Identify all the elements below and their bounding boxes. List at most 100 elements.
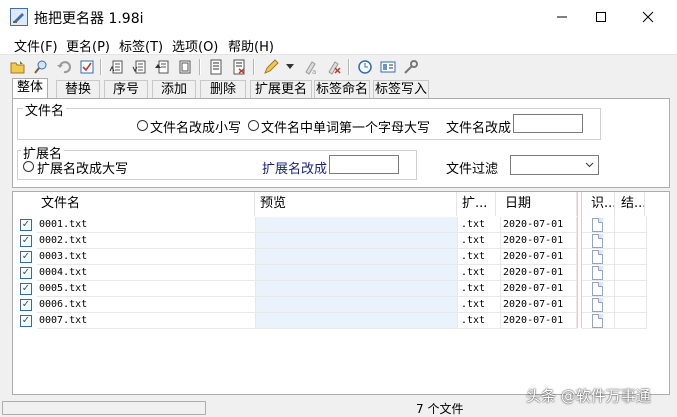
tab-ext-rename[interactable]: 扩展更名 xyxy=(250,80,312,98)
col-header-filename[interactable]: 文件名 xyxy=(37,192,255,216)
app-icon xyxy=(10,8,28,26)
tab-add[interactable]: 添加 xyxy=(152,80,196,98)
wrench-icon[interactable] xyxy=(402,58,420,76)
cell-result xyxy=(615,297,647,313)
move-up-icon[interactable] xyxy=(153,58,171,76)
cell-ext: .txt xyxy=(458,297,501,313)
tag-icon[interactable] xyxy=(379,58,397,76)
tab-delete[interactable]: 删除 xyxy=(200,80,246,98)
cell-date: 2020-07-01 xyxy=(501,313,577,329)
document-icon xyxy=(592,218,603,232)
tab-tag-naming[interactable]: 标签命名 xyxy=(314,80,370,98)
col-header-id[interactable]: 识... xyxy=(587,192,615,216)
table-row[interactable]: ✓ 0006.txt .txt 2020-07-01 xyxy=(13,297,647,313)
tab-tag-write[interactable]: 标签写入 xyxy=(373,80,429,98)
cell-date: 2020-07-01 xyxy=(501,265,577,281)
cell-ext: .txt xyxy=(458,265,501,281)
tab-sequence[interactable]: 序号 xyxy=(104,80,148,98)
document-icon xyxy=(592,298,603,312)
sort-asc-icon[interactable] xyxy=(107,58,125,76)
row-checkbox[interactable]: ✓ xyxy=(20,251,32,263)
undo-icon[interactable] xyxy=(55,58,73,76)
minimize-icon xyxy=(557,16,567,18)
row-checkbox[interactable]: ✓ xyxy=(20,315,32,327)
menu-tag[interactable]: 标签(T) xyxy=(119,36,163,55)
menu-options[interactable]: 选项(O) xyxy=(172,36,218,55)
close-button[interactable] xyxy=(625,0,671,34)
cell-result xyxy=(615,265,647,281)
dropdown-arrow-icon[interactable] xyxy=(284,58,296,76)
sort-desc-icon[interactable] xyxy=(130,58,148,76)
col-header-ext[interactable]: 扩... xyxy=(458,192,496,216)
col-header-date[interactable]: 日期 xyxy=(501,192,577,216)
col-header-preview[interactable]: 预览 xyxy=(256,192,457,216)
maximize-button[interactable] xyxy=(578,0,624,34)
cell-preview xyxy=(256,217,458,233)
cell-preview xyxy=(256,233,458,249)
cell-date: 2020-07-01 xyxy=(501,249,577,265)
table-row[interactable]: ✓ 0005.txt .txt 2020-07-01 xyxy=(13,281,647,297)
row-checkbox[interactable]: ✓ xyxy=(20,299,32,311)
col-header-result[interactable]: 结... xyxy=(617,192,645,216)
cell-filename: 0004.txt xyxy=(37,265,256,281)
ext-rename-input[interactable] xyxy=(329,155,399,174)
cell-id xyxy=(582,217,615,233)
cell-preview xyxy=(256,313,458,329)
cell-filename: 0005.txt xyxy=(37,281,256,297)
cell-id xyxy=(582,265,615,281)
cell-result xyxy=(615,233,647,249)
cell-ext: .txt xyxy=(458,217,501,233)
cell-preview xyxy=(256,297,458,313)
file-filter-select[interactable] xyxy=(510,155,599,175)
row-checkbox[interactable]: ✓ xyxy=(20,283,32,295)
table-row[interactable]: ✓ 0003.txt .txt 2020-07-01 xyxy=(13,249,647,265)
document-icon xyxy=(592,250,603,264)
radio-capitalize[interactable] xyxy=(248,120,259,131)
menu-rename[interactable]: 更名(P) xyxy=(66,36,110,55)
open-folder-icon[interactable] xyxy=(9,58,27,76)
delete-icon[interactable] xyxy=(325,58,343,76)
table-row[interactable]: ✓ 0002.txt .txt 2020-07-01 xyxy=(13,233,647,249)
tab-replace[interactable]: 替换 xyxy=(56,80,100,98)
toolbar-separator xyxy=(100,59,102,75)
menu-file[interactable]: 文件(F) xyxy=(14,36,58,55)
cell-id xyxy=(582,281,615,297)
cell-ext: .txt xyxy=(458,281,501,297)
cell-preview xyxy=(256,249,458,265)
cell-filename: 0002.txt xyxy=(37,233,256,249)
cell-preview xyxy=(256,281,458,297)
cell-filename: 0006.txt xyxy=(37,297,256,313)
row-checkbox[interactable]: ✓ xyxy=(20,235,32,247)
menu-help[interactable]: 帮助(H) xyxy=(228,36,274,55)
cell-result xyxy=(615,281,647,297)
table-row[interactable]: ✓ 0001.txt .txt 2020-07-01 xyxy=(13,217,647,233)
toolbar: a xyxy=(0,55,677,79)
table-row[interactable]: ✓ 0004.txt .txt 2020-07-01 xyxy=(13,265,647,281)
radio-ext-upper-label: 扩展名改成大写 xyxy=(37,162,129,177)
radio-ext-upper[interactable] xyxy=(23,161,34,172)
clock-icon[interactable] xyxy=(356,58,374,76)
cell-id xyxy=(582,233,615,249)
tab-overall[interactable]: 整体 xyxy=(12,78,48,99)
radio-capitalize-label: 文件名中单词第一个字母大写 xyxy=(261,121,431,136)
close-icon xyxy=(642,11,654,23)
radio-lowercase[interactable] xyxy=(137,120,148,131)
cell-date: 2020-07-01 xyxy=(501,233,577,249)
edit-icon[interactable] xyxy=(262,58,280,76)
search-icon[interactable] xyxy=(32,58,50,76)
watermark: 头条 @软件万事通 xyxy=(526,387,651,405)
tab-panel: 文件名 文件名改成小写 文件名中单词第一个字母大写 文件名改成 扩展名 扩展名改… xyxy=(12,98,670,188)
row-checkbox[interactable]: ✓ xyxy=(20,219,32,231)
table-row[interactable]: ✓ 0007.txt .txt 2020-07-01 xyxy=(13,313,647,329)
row-checkbox[interactable]: ✓ xyxy=(20,267,32,279)
filename-rename-label: 文件名改成 xyxy=(446,121,512,136)
title-bar: 拖把更名器 1.98i xyxy=(0,0,677,34)
rename-icon[interactable]: a xyxy=(302,58,320,76)
filename-rename-input[interactable] xyxy=(513,114,583,133)
move-down-icon[interactable] xyxy=(176,58,194,76)
cell-id xyxy=(582,249,615,265)
list-icon[interactable] xyxy=(207,58,225,76)
file-list[interactable]: 文件名 预览 扩... 日期 识... 结... ✓ 0001.txt .txt 20… xyxy=(12,191,670,395)
list-remove-icon[interactable] xyxy=(230,58,248,76)
check-icon[interactable] xyxy=(78,58,96,76)
